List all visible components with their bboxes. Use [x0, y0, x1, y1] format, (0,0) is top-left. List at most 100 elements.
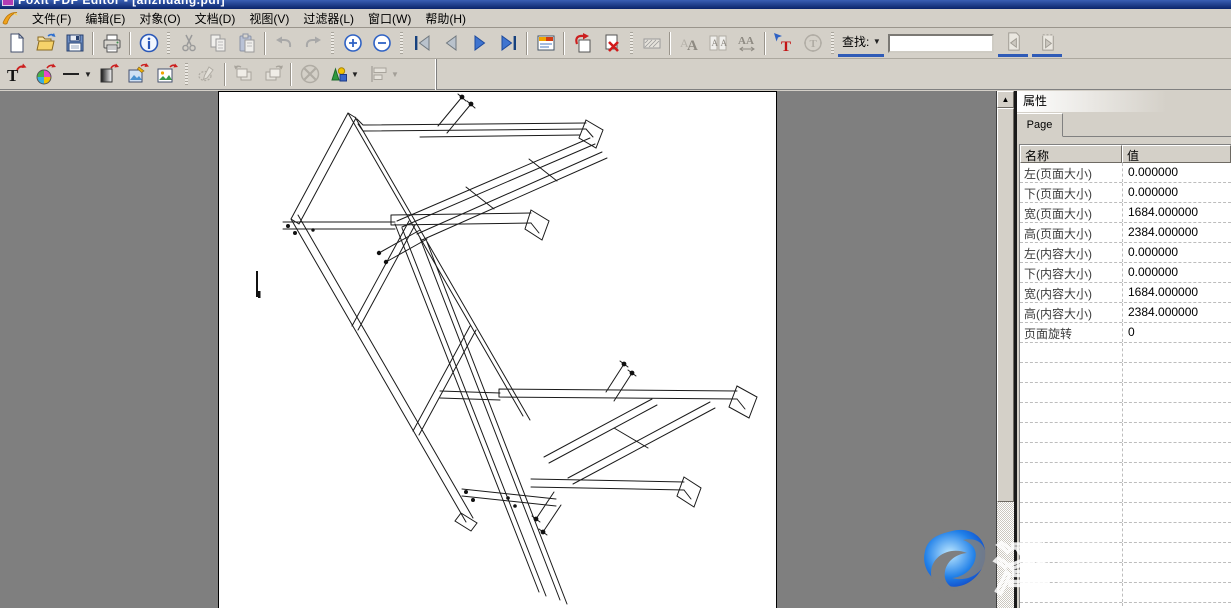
- clone-object-button[interactable]: [192, 61, 221, 87]
- property-value[interactable]: 1684.000000: [1122, 283, 1231, 302]
- find-input[interactable]: [888, 34, 994, 53]
- zoom-out-button[interactable]: [367, 30, 396, 56]
- redo-button[interactable]: [298, 30, 327, 56]
- menu-item[interactable]: 窗口(W): [361, 9, 418, 28]
- open-button[interactable]: [31, 30, 60, 56]
- empty-table-row: [1020, 583, 1231, 603]
- add-image-button[interactable]: [152, 61, 181, 87]
- last-page-button[interactable]: [494, 30, 523, 56]
- property-value[interactable]: 0: [1122, 323, 1231, 342]
- cut-button[interactable]: [174, 30, 203, 56]
- font-button[interactable]: AA: [674, 30, 703, 56]
- toolbar-gripper[interactable]: [331, 32, 334, 54]
- property-name: 左(内容大小): [1020, 243, 1122, 262]
- table-row: 高(页面大小) 2384.000000: [1020, 223, 1231, 243]
- rotate-page-button[interactable]: [568, 30, 597, 56]
- align-dropdown[interactable]: ▼: [390, 61, 401, 87]
- print-button[interactable]: [97, 30, 126, 56]
- copy-button[interactable]: [203, 30, 232, 56]
- keyboard-button[interactable]: [637, 30, 666, 56]
- word-spacing-button[interactable]: AA: [732, 30, 761, 56]
- clone-object-icon: [196, 63, 218, 85]
- paste-button[interactable]: [232, 30, 261, 56]
- delete-object-button[interactable]: [295, 61, 324, 87]
- align-objects-button[interactable]: ▼: [364, 61, 404, 87]
- table-body: 左(页面大小) 0.000000 下(页面大小) 0.000000 宽(页面大小…: [1020, 163, 1231, 608]
- property-value[interactable]: 2384.000000: [1122, 303, 1231, 322]
- info-icon: [138, 32, 160, 54]
- line-style-dropdown[interactable]: ▼: [83, 61, 94, 87]
- toolbar-main: AA AA AA T T 查找: ▼: [0, 28, 1231, 59]
- menu-bar: 文件(F)编辑(E)对象(O)文档(D)视图(V)过滤器(L)窗口(W)帮助(H…: [0, 9, 1231, 28]
- add-gradient-button[interactable]: [94, 61, 123, 87]
- toolbar-gripper[interactable]: [400, 32, 403, 54]
- property-value[interactable]: 0.000000: [1122, 163, 1231, 182]
- bring-forward-button[interactable]: [258, 61, 287, 87]
- shape-dropdown[interactable]: ▼: [350, 61, 361, 87]
- save-floppy-icon: [64, 32, 86, 54]
- find-history-dropdown[interactable]: ▼: [871, 29, 882, 55]
- menu-item[interactable]: 文件(F): [25, 9, 78, 28]
- toolbar-gripper[interactable]: [630, 32, 633, 54]
- column-header-value[interactable]: 值: [1122, 145, 1231, 163]
- save-button[interactable]: [60, 30, 89, 56]
- first-page-button[interactable]: [407, 30, 436, 56]
- previous-page-icon: [440, 32, 462, 54]
- menu-item[interactable]: 编辑(E): [78, 9, 132, 28]
- scissors-icon: [178, 32, 200, 54]
- toolbar-gripper[interactable]: [167, 32, 170, 54]
- empty-table-row: [1020, 443, 1231, 463]
- menu-item[interactable]: 文档(D): [188, 9, 243, 28]
- table-row: 下(内容大小) 0.000000: [1020, 263, 1231, 283]
- send-backward-button[interactable]: [229, 61, 258, 87]
- text-orientation-button[interactable]: T: [798, 30, 827, 56]
- menu-item[interactable]: 视图(V): [242, 9, 296, 28]
- svg-text:T: T: [809, 38, 817, 50]
- add-shading-button[interactable]: [31, 61, 60, 87]
- undo-button[interactable]: [269, 30, 298, 56]
- scroll-up-button[interactable]: ▲: [997, 91, 1014, 108]
- empty-table-row: [1020, 403, 1231, 423]
- new-document-button[interactable]: [2, 30, 31, 56]
- about-button[interactable]: [134, 30, 163, 56]
- find-previous-button[interactable]: [998, 29, 1028, 57]
- property-value[interactable]: 0.000000: [1122, 183, 1231, 202]
- find-next-button[interactable]: [1032, 29, 1062, 57]
- column-header-name[interactable]: 名称: [1020, 145, 1122, 163]
- scrollbar-thumb[interactable]: [997, 108, 1014, 502]
- menu-item[interactable]: 帮助(H): [418, 9, 473, 28]
- property-value[interactable]: 0.000000: [1122, 263, 1231, 282]
- insert-shape-button[interactable]: ▼: [324, 61, 364, 87]
- svg-text:AA: AA: [738, 35, 754, 47]
- properties-panel: 属性 Page 名称 值 左(页面大小) 0.000000 下(页面大小): [1017, 91, 1231, 608]
- insert-text-button[interactable]: T: [769, 30, 798, 56]
- add-text-button[interactable]: T: [2, 61, 31, 87]
- toolbar-gripper[interactable]: [831, 32, 834, 54]
- edit-image-button[interactable]: [123, 61, 152, 87]
- char-spacing-button[interactable]: AA: [703, 30, 732, 56]
- last-page-icon: [498, 32, 520, 54]
- zoom-in-button[interactable]: [338, 30, 367, 56]
- undo-icon: [273, 32, 295, 54]
- next-page-button[interactable]: [465, 30, 494, 56]
- add-image-icon: [156, 63, 178, 85]
- vertical-scrollbar[interactable]: ▲: [996, 91, 1014, 608]
- table-row: 左(内容大小) 0.000000: [1020, 243, 1231, 263]
- menu-item[interactable]: 对象(O): [132, 9, 187, 28]
- line-style-button[interactable]: ▼: [60, 61, 94, 87]
- word-spacing-icon: AA: [736, 32, 758, 54]
- property-value[interactable]: 0.000000: [1122, 243, 1231, 262]
- table-row: 宽(页面大小) 1684.000000: [1020, 203, 1231, 223]
- pdf-page-canvas[interactable]: [218, 91, 777, 608]
- property-value[interactable]: 2384.000000: [1122, 223, 1231, 242]
- text-orientation-icon: T: [802, 32, 824, 54]
- tab-page[interactable]: Page: [1017, 113, 1063, 137]
- property-value[interactable]: 1684.000000: [1122, 203, 1231, 222]
- toolbar-gripper[interactable]: [185, 63, 188, 85]
- page-layout-button[interactable]: [531, 30, 560, 56]
- foxit-logo-icon: [2, 10, 19, 26]
- separator: [129, 32, 131, 55]
- delete-page-button[interactable]: [597, 30, 626, 56]
- menu-item[interactable]: 过滤器(L): [296, 9, 361, 28]
- previous-page-button[interactable]: [436, 30, 465, 56]
